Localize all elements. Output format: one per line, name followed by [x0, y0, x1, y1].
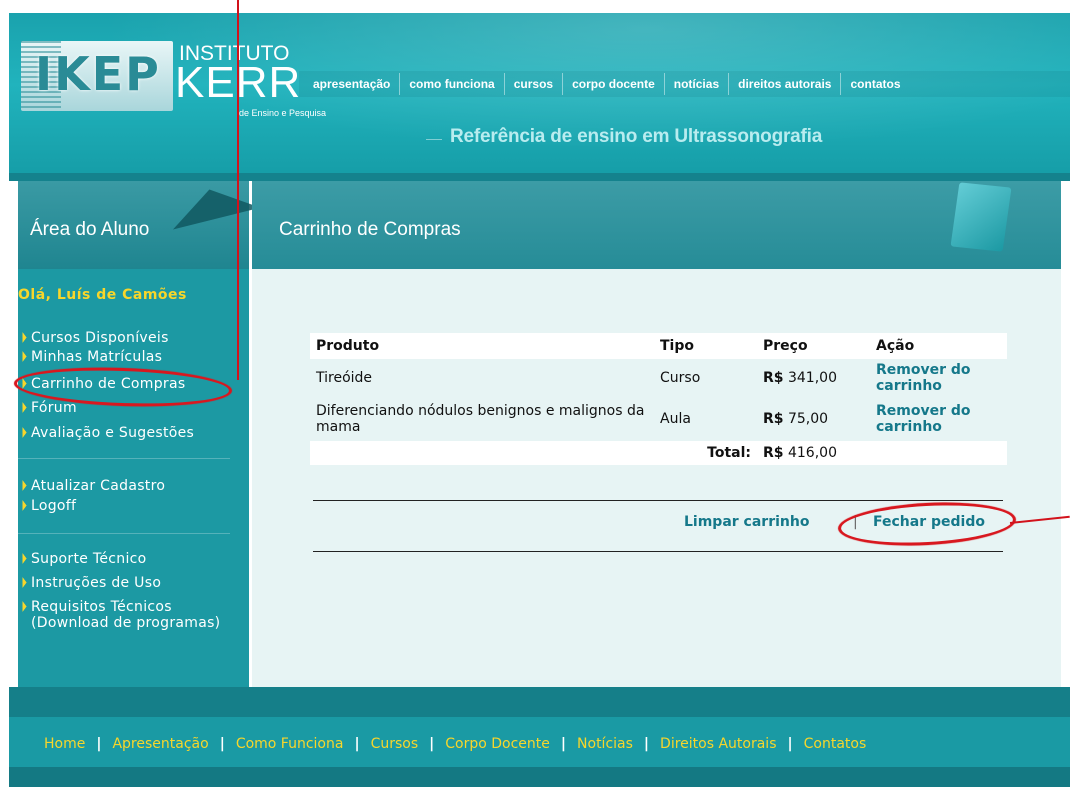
- arrow-icon: [18, 553, 27, 564]
- graduation-cap-icon: [165, 178, 261, 230]
- cell-produto: Tireóide: [316, 370, 373, 386]
- nav-apresentacao[interactable]: apresentação: [304, 77, 399, 91]
- nav-corpo-docente[interactable]: corpo docente: [563, 77, 664, 91]
- total-row: Total: R$ 416,00: [310, 441, 1007, 465]
- site-header: IKEP INSTITUTO KERR de Ensino e Pesquisa…: [9, 13, 1070, 173]
- price-value: 341,00: [787, 370, 837, 386]
- sidebar-item-label: Cursos Disponíveis: [31, 330, 169, 346]
- cell-produto: Diferenciando nódulos benignos e maligno…: [316, 403, 645, 435]
- currency-symbol: R$: [763, 445, 784, 461]
- cell-acao: Remover do carrinho: [870, 359, 1007, 397]
- cell-preco: R$ 75,00: [757, 397, 870, 441]
- cart-table: Produto Tipo Preço Ação Tireóide Curso R…: [310, 333, 1007, 465]
- nav-contatos[interactable]: contatos: [841, 77, 909, 91]
- cell-tipo: Curso: [660, 370, 701, 386]
- total-label: Total:: [707, 445, 751, 461]
- price-value: 75,00: [787, 411, 829, 427]
- logo-mark: IKEP: [35, 47, 161, 101]
- page-title: Carrinho de Compras: [279, 219, 461, 240]
- arrow-icon: [18, 577, 27, 588]
- col-preco: Preço: [763, 338, 808, 354]
- sidebar-item-label: Fórum: [31, 400, 77, 416]
- cell-empty: [870, 441, 1007, 465]
- content-header: Carrinho de Compras: [252, 181, 1061, 269]
- sidebar-item-label: Atualizar Cadastro: [31, 478, 166, 494]
- top-nav: apresentação como funciona cursos corpo …: [304, 73, 910, 95]
- sidebar-item-label: Minhas Matrículas: [31, 349, 163, 365]
- arrow-icon: [18, 480, 27, 491]
- sidebar-item-atualizar-cadastro[interactable]: Atualizar Cadastro: [19, 478, 165, 494]
- content-panel: [252, 269, 1061, 687]
- nav-cursos[interactable]: cursos: [505, 77, 562, 91]
- header-tagline: Referência de ensino em Ultrassonografia: [450, 126, 823, 147]
- cell-empty: [310, 441, 654, 465]
- sidebar-item-minhas-matriculas[interactable]: Minhas Matrículas: [19, 349, 162, 365]
- cell-acao: Remover do carrinho: [870, 397, 1007, 441]
- total-value: 416,00: [787, 445, 837, 461]
- currency-symbol: R$: [763, 411, 784, 427]
- clear-cart-link[interactable]: Limpar carrinho: [684, 514, 809, 530]
- logo-subline: de Ensino e Pesquisa: [239, 108, 327, 118]
- sidebar-item-label: Suporte Técnico: [31, 551, 147, 567]
- col-produto: Produto: [316, 338, 380, 354]
- header-bottom-band: [9, 173, 1070, 181]
- sidebar-header: Área do Aluno: [18, 178, 261, 269]
- arrow-icon: [18, 351, 27, 362]
- divider-line: [313, 500, 1003, 501]
- sidebar-item-cursos-disponiveis[interactable]: Cursos Disponíveis: [19, 330, 169, 346]
- remove-from-cart-link[interactable]: Remover do carrinho: [876, 403, 1001, 435]
- remove-from-cart-link[interactable]: Remover do carrinho: [876, 362, 1001, 394]
- total-cell: R$ 416,00: [757, 441, 870, 465]
- cart-table-header: Produto Tipo Preço Ação: [310, 333, 1007, 359]
- col-tipo: Tipo: [660, 338, 694, 354]
- book-icon: [950, 182, 1012, 252]
- sidebar-item-instrucoes[interactable]: Instruções de Uso: [19, 575, 161, 591]
- col-acao: Ação: [876, 338, 915, 354]
- sidebar-item-logoff[interactable]: Logoff: [19, 498, 76, 514]
- sidebar-item-avaliacao[interactable]: Avaliação e Sugestões: [19, 425, 194, 441]
- nav-noticias[interactable]: notícias: [665, 77, 728, 91]
- user-greeting: Olá, Luís de Camões: [18, 287, 187, 303]
- table-row: Diferenciando nódulos benignos e maligno…: [310, 397, 1007, 441]
- arrow-icon: [18, 601, 27, 612]
- currency-symbol: R$: [763, 370, 784, 386]
- sidebar-title: Área do Aluno: [30, 219, 150, 240]
- sidebar-item-requisitos[interactable]: Requisitos Técnicos (Download de program…: [19, 599, 221, 631]
- divider-line: [313, 551, 1003, 552]
- sidebar-item-label: Avaliação e Sugestões: [31, 425, 195, 441]
- table-row: Tireóide Curso R$ 341,00 Remover do carr…: [310, 359, 1007, 397]
- cell-preco: R$ 341,00: [757, 359, 870, 397]
- arrow-icon: [18, 332, 27, 343]
- sidebar-item-label: Instruções de Uso: [31, 575, 162, 591]
- sidebar-item-suporte-tecnico[interactable]: Suporte Técnico: [19, 551, 147, 567]
- sidebar-divider: [18, 458, 230, 459]
- sidebar-item-forum[interactable]: Fórum: [19, 400, 77, 416]
- sidebar-item-label: Requisitos Técnicos (Download de program…: [31, 599, 221, 631]
- nav-direitos-autorais[interactable]: direitos autorais: [729, 77, 840, 91]
- cell-tipo: Aula: [660, 411, 691, 427]
- annotation-pointer-line: [237, 0, 239, 380]
- arrow-icon: [18, 402, 27, 413]
- sidebar-divider: [18, 533, 230, 534]
- arrow-icon: [18, 500, 27, 511]
- nav-como-funciona[interactable]: como funciona: [400, 77, 503, 91]
- arrow-icon: [18, 427, 27, 438]
- tagline-dash: [426, 139, 442, 140]
- sidebar-item-label: Logoff: [31, 498, 77, 514]
